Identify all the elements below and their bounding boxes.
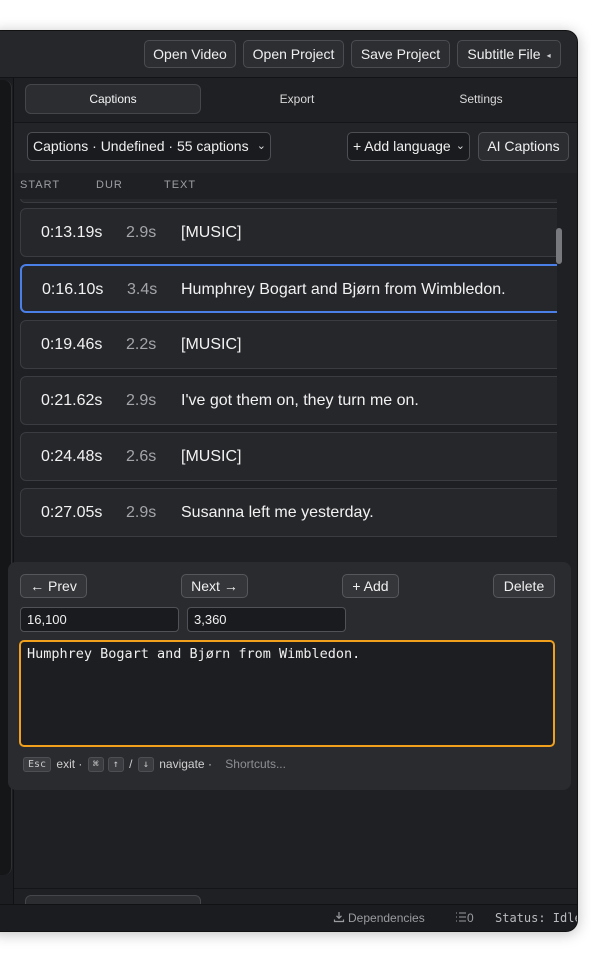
keyboard-hint: Esc exit · ⌘ ↑ / ↓ navigate · Shortcuts..… [21,757,286,777]
command-key-icon: ⌘ [87,757,104,773]
add-language-select[interactable]: + Add language ⌄ [347,132,470,161]
caption-duration: 2.9s [126,224,157,241]
app-window: Open Video Open Project Save Project Sub… [0,30,578,932]
caption-duration: 2.2s [126,336,157,353]
top-tab-bar: Captions Export Settings [14,78,577,123]
caption-duration: 2.9s [126,504,157,521]
caption-editor: ← Prev Next → + Add Delete 16,100 3,360 … [8,562,571,790]
caption-row[interactable]: 0:19.46s 2.2s [MUSIC] [20,320,557,369]
caption-list-scrollbar[interactable] [556,228,562,264]
dependencies-label: Dependencies [348,911,425,925]
status-bar: Dependencies 0 Status: Idle [0,904,578,931]
hint-slash: / [129,757,133,771]
chevron-down-icon: ⌄ [455,140,465,152]
caption-start: 0:13.19s [41,224,103,241]
caret-left-icon: ◂ [546,51,551,60]
captions-panel: Captions Export Settings Captions · Unde… [8,78,577,931]
caption-text: [MUSIC] [181,336,242,353]
caption-list: 0:13.19s 2.9s [MUSIC] 0:16.10s 3.4s Hump… [14,199,557,537]
caption-row[interactable]: 0:21.62s 2.9s I've got them on, they tur… [20,376,557,425]
column-text: TEXT [164,179,197,191]
open-video-button[interactable]: Open Video [144,40,236,68]
caption-row[interactable]: 0:13.19s 2.9s [MUSIC] [20,208,557,257]
esc-key: Esc [23,757,52,773]
caption-text: Humphrey Bogart and Bjørn from Wimbledon… [181,281,506,298]
tab-settings[interactable]: Settings [393,84,569,114]
duration-input[interactable]: 3,360 [187,607,346,632]
caption-controls: Captions · Undefined · 55 captions ⌄ + A… [14,123,577,173]
add-caption-button[interactable]: + Add [342,574,399,598]
caption-start: 0:27.05s [41,504,103,521]
queue-count: 0 [467,911,474,925]
caption-text-editor[interactable]: Humphrey Bogart and Bjørn from Wimbledon… [19,640,555,747]
add-language-label: + Add language [353,138,451,154]
tab-export[interactable]: Export [209,84,385,114]
caption-start: 0:21.62s [41,392,103,409]
caption-start: 0:24.48s [41,448,103,465]
hint-exit: exit · [56,757,83,771]
hint-navigate: navigate · [159,757,212,771]
start-time-input[interactable]: 16,100 [20,607,179,632]
next-button[interactable]: Next → [181,574,248,598]
shortcuts-link[interactable]: Shortcuts... [225,757,286,771]
caption-text: [MUSIC] [181,448,242,465]
delete-caption-button[interactable]: Delete [493,574,555,598]
caption-text: Susanna left me yesterday. [181,504,374,521]
caption-row[interactable]: 0:27.05s 2.9s Susanna left me yesterday. [20,488,557,537]
caption-duration: 2.9s [126,392,157,409]
ai-captions-button[interactable]: AI Captions [478,132,569,161]
top-toolbar: Open Video Open Project Save Project Sub… [0,31,577,78]
caption-row-selected[interactable]: 0:16.10s 3.4s Humphrey Bogart and Bjørn … [20,264,557,313]
column-duration: DUR [96,179,123,191]
caption-text: [MUSIC] [181,224,242,241]
dependencies-button[interactable]: Dependencies [333,911,425,925]
arrow-up-key-icon: ↑ [107,757,124,773]
arrow-down-key-icon: ↓ [137,757,154,773]
caption-row[interactable]: 0:24.48s 2.6s [MUSIC] [20,432,557,481]
chevron-down-icon: ⌄ [256,140,266,152]
caption-start: 0:19.46s [41,336,103,353]
open-project-button[interactable]: Open Project [243,40,344,68]
caption-text: I've got them on, they turn me on. [181,392,419,409]
subtitle-file-button[interactable]: Subtitle File ◂ [457,40,561,68]
subtitle-file-label: Subtitle File [467,46,541,62]
caption-track-label: Captions · Undefined · 55 captions [33,138,249,154]
tab-captions[interactable]: Captions [25,84,201,114]
caption-column-headers: START DUR TEXT [14,174,557,198]
list-item[interactable] [20,199,557,203]
caption-duration: 2.6s [126,448,157,465]
list-icon [456,912,466,922]
download-icon [333,912,345,923]
caption-start: 0:16.10s [42,281,104,298]
caption-track-select[interactable]: Captions · Undefined · 55 captions ⌄ [27,132,271,161]
queue-indicator[interactable]: 0 [455,911,474,925]
column-start: START [20,179,61,191]
status-text: Status: Idle [495,911,578,925]
prev-button[interactable]: ← Prev [20,574,87,598]
save-project-button[interactable]: Save Project [351,40,450,68]
caption-duration: 3.4s [127,281,158,298]
